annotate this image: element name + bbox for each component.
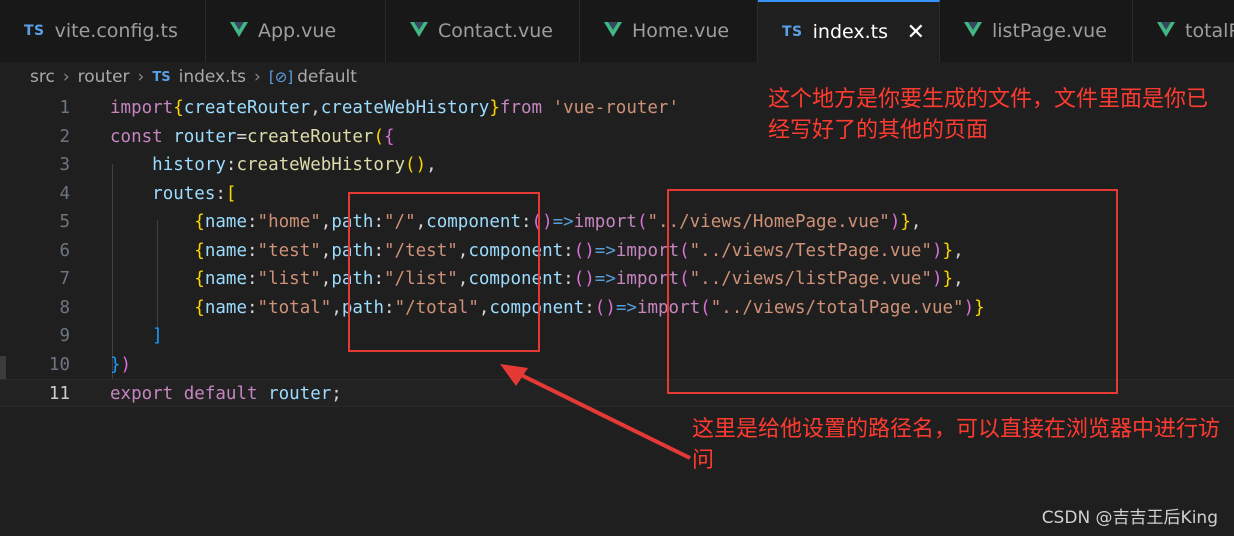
watermark: CSDN @吉吉王后King [1041,508,1218,528]
annotation-bottom-note: 这里是给他设置的路径名，可以直接在浏览器中进行访问 [692,417,1221,473]
annotation-top-note: 这个地方是你要生成的文件，文件里面是你已经写好了的其他的页面 [768,87,1209,143]
arrow-shaft [514,370,691,460]
